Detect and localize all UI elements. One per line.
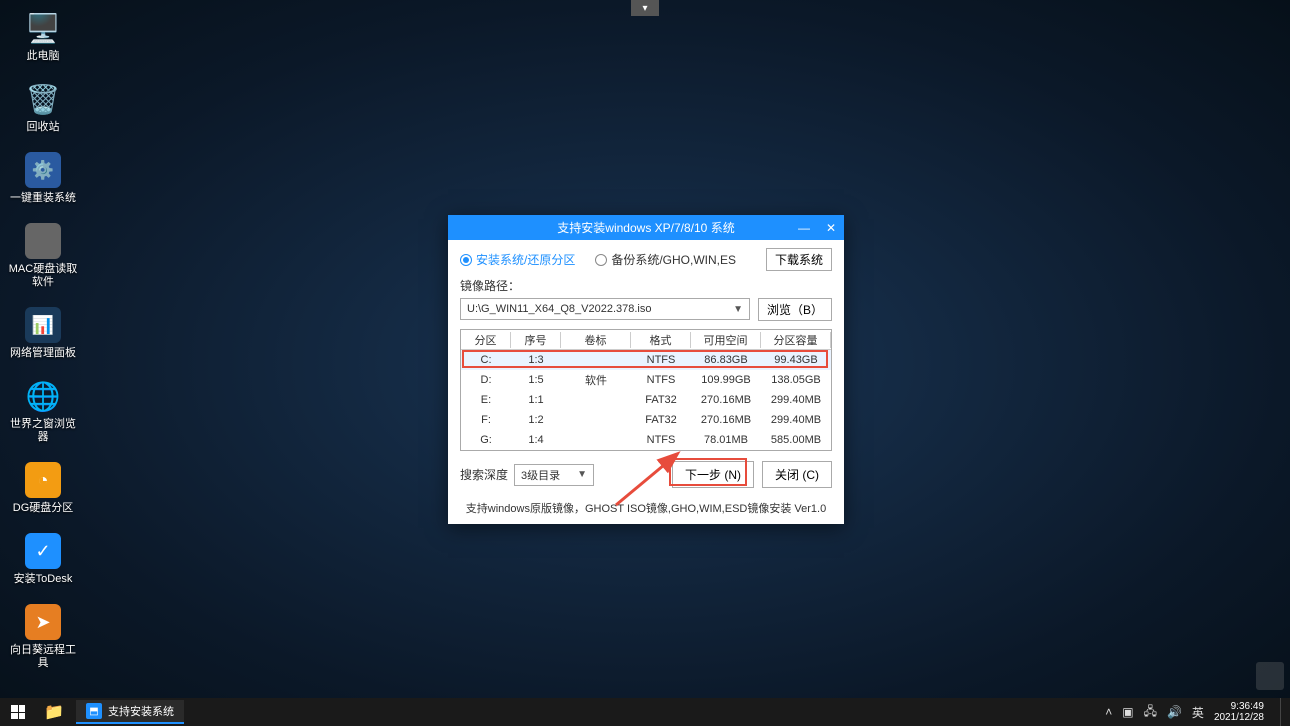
dialog-title: 支持安装windows XP/7/8/10 系统 bbox=[557, 219, 734, 236]
col-free-space: 可用空间 bbox=[691, 332, 761, 348]
windows-logo-icon bbox=[11, 705, 25, 719]
radio-dot-icon bbox=[460, 254, 472, 266]
desktop-icon-label: MAC硬盘读取软件 bbox=[8, 263, 78, 289]
col-partition: 分区 bbox=[461, 332, 511, 348]
col-capacity: 分区容量 bbox=[761, 332, 831, 348]
remote-icon: ➤ bbox=[25, 604, 61, 640]
close-button[interactable]: ✕ bbox=[822, 221, 840, 235]
col-format: 格式 bbox=[631, 332, 691, 348]
taskbar-app-installer[interactable]: ⬒ 支持安装系统 bbox=[76, 700, 184, 724]
globe-icon: 🌐 bbox=[25, 378, 61, 414]
minimize-button[interactable]: — bbox=[794, 221, 814, 235]
recycle-bin-icon: 🗑️ bbox=[25, 81, 61, 117]
partition-icon: ◔ bbox=[25, 462, 61, 498]
chart-icon: 📊 bbox=[25, 307, 61, 343]
taskbar-clock[interactable]: 9:36:49 2021/12/28 bbox=[1214, 701, 1270, 723]
desktop-icon-browser[interactable]: 🌐 世界之窗浏览器 bbox=[8, 378, 78, 444]
app-icon: ⬒ bbox=[86, 703, 102, 719]
desktop-icon-mac-disk[interactable]: MAC硬盘读取软件 bbox=[8, 223, 78, 289]
radio-label: 备份系统/GHO,WIN,ES bbox=[611, 251, 736, 268]
watermark-square bbox=[1256, 662, 1284, 690]
start-button[interactable] bbox=[0, 698, 36, 726]
cancel-button[interactable]: 关闭 (C) bbox=[762, 461, 832, 488]
show-desktop-button[interactable] bbox=[1280, 698, 1286, 726]
clock-time: 9:36:49 bbox=[1214, 701, 1264, 712]
top-pull-down[interactable]: ▾ bbox=[631, 0, 659, 16]
desktop-icons: 🖥️ 此电脑 🗑️ 回收站 ⚙️ 一键重装系统 MAC硬盘读取软件 📊 网络管理… bbox=[8, 10, 78, 688]
search-depth-label: 搜索深度 bbox=[460, 466, 508, 483]
col-volume: 卷标 bbox=[561, 332, 631, 348]
search-depth-select[interactable]: 3级目录 ▼ bbox=[514, 464, 594, 486]
next-button[interactable]: 下一步 (N) bbox=[672, 461, 754, 488]
radio-install-restore[interactable]: 安装系统/还原分区 bbox=[460, 251, 575, 268]
radio-backup[interactable]: 备份系统/GHO,WIN,ES bbox=[595, 251, 736, 268]
partition-table: 分区 序号 卷标 格式 可用空间 分区容量 C: 1:3 NTFS 86.83G… bbox=[460, 329, 832, 451]
apple-icon bbox=[25, 223, 61, 259]
dialog-titlebar[interactable]: 支持安装windows XP/7/8/10 系统 — ✕ bbox=[448, 215, 844, 240]
desktop-icon-diskgenius[interactable]: ◔ DG硬盘分区 bbox=[8, 462, 78, 515]
tray-network-icon[interactable]: 🖧 bbox=[1144, 702, 1157, 723]
install-dialog: 支持安装windows XP/7/8/10 系统 — ✕ 安装系统/还原分区 备… bbox=[448, 215, 844, 524]
table-row[interactable]: E: 1:1 FAT32 270.16MB 299.40MB bbox=[461, 390, 831, 410]
taskbar-file-explorer[interactable]: 📁 bbox=[36, 698, 72, 726]
download-system-button[interactable]: 下载系统 bbox=[766, 248, 832, 271]
browse-button[interactable]: 浏览（B） bbox=[758, 298, 832, 321]
desktop-icon-label: 世界之窗浏览器 bbox=[8, 418, 78, 444]
desktop-icon-label: 安装ToDesk bbox=[14, 573, 73, 586]
gear-icon: ⚙️ bbox=[25, 152, 61, 188]
desktop-icon-this-pc[interactable]: 🖥️ 此电脑 bbox=[8, 10, 78, 63]
taskbar: 📁 ⬒ 支持安装系统 ˄ ▣ 🖧 🔊 英 9:36:49 2021/12/28 bbox=[0, 698, 1290, 726]
pc-icon: 🖥️ bbox=[25, 10, 61, 46]
radio-label: 安装系统/还原分区 bbox=[476, 251, 575, 268]
tray-up-icon[interactable]: ˄ bbox=[1105, 705, 1112, 719]
table-row[interactable]: G: 1:4 NTFS 78.01MB 585.00MB bbox=[461, 430, 831, 450]
dialog-footer: 支持windows原版镜像，GHOST ISO镜像,GHO,WIM,ESD镜像安… bbox=[448, 494, 844, 524]
tray-app-icon[interactable]: ▣ bbox=[1122, 705, 1133, 719]
dialog-body: 安装系统/还原分区 备份系统/GHO,WIN,ES 下载系统 镜像路径： U:\… bbox=[448, 240, 844, 494]
desktop-icon-label: 回收站 bbox=[27, 121, 60, 134]
desktop-icon-reinstall[interactable]: ⚙️ 一键重装系统 bbox=[8, 152, 78, 205]
table-header: 分区 序号 卷标 格式 可用空间 分区容量 bbox=[461, 330, 831, 350]
desktop-icon-network-panel[interactable]: 📊 网络管理面板 bbox=[8, 307, 78, 360]
tray-ime-icon[interactable]: 英 bbox=[1192, 704, 1204, 721]
taskbar-app-title: 支持安装系统 bbox=[108, 703, 174, 719]
desktop-icon-todesk[interactable]: ✓ 安装ToDesk bbox=[8, 533, 78, 586]
desktop-icon-label: 网络管理面板 bbox=[10, 347, 76, 360]
chevron-down-icon: ▼ bbox=[733, 304, 743, 315]
image-path-select[interactable]: U:\G_WIN11_X64_Q8_V2022.378.iso ▼ bbox=[460, 298, 750, 320]
table-row[interactable]: D: 1:5 软件 NTFS 109.99GB 138.05GB bbox=[461, 370, 831, 390]
tray-volume-icon[interactable]: 🔊 bbox=[1167, 705, 1182, 719]
desktop-icon-label: 一键重装系统 bbox=[10, 192, 76, 205]
clock-date: 2021/12/28 bbox=[1214, 712, 1264, 723]
search-depth-value: 3级目录 bbox=[521, 467, 560, 483]
desktop-icon-label: 此电脑 bbox=[27, 50, 60, 63]
radio-dot-icon bbox=[595, 254, 607, 266]
check-icon: ✓ bbox=[25, 533, 61, 569]
desktop-icon-recycle-bin[interactable]: 🗑️ 回收站 bbox=[8, 81, 78, 134]
table-row[interactable]: C: 1:3 NTFS 86.83GB 99.43GB bbox=[461, 350, 831, 370]
desktop-icon-label: 向日葵远程工具 bbox=[8, 644, 78, 670]
table-row[interactable]: F: 1:2 FAT32 270.16MB 299.40MB bbox=[461, 410, 831, 430]
col-sequence: 序号 bbox=[511, 332, 561, 348]
image-path-value: U:\G_WIN11_X64_Q8_V2022.378.iso bbox=[467, 303, 651, 315]
desktop-icon-sunflower[interactable]: ➤ 向日葵远程工具 bbox=[8, 604, 78, 670]
chevron-down-icon: ▼ bbox=[577, 469, 587, 480]
image-path-label: 镜像路径： bbox=[460, 277, 832, 294]
desktop-icon-label: DG硬盘分区 bbox=[13, 502, 74, 515]
